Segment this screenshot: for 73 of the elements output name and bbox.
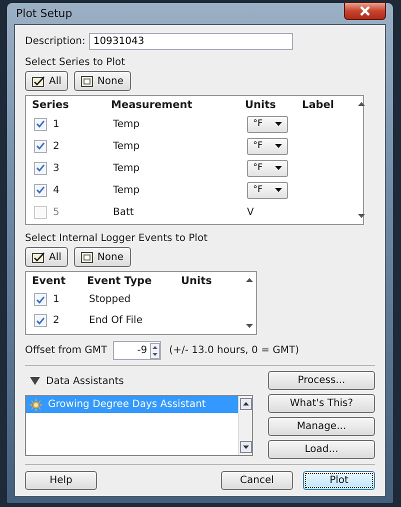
- units-dropdown[interactable]: °F: [247, 116, 288, 132]
- series-number: 2: [53, 140, 60, 152]
- assistant-button[interactable]: Manage...: [268, 417, 375, 436]
- description-field[interactable]: 10931043: [89, 33, 294, 50]
- caret-icon: [275, 144, 282, 148]
- event-type-cell-text: Stopped: [89, 294, 132, 305]
- column-header: Event Type: [87, 274, 153, 286]
- assistant-button[interactable]: Process...: [268, 371, 375, 390]
- sun-icon: [28, 398, 44, 412]
- offset-hint: (+/- 13.0 hours, 0 = GMT): [169, 345, 300, 356]
- series-number: 4: [53, 184, 60, 196]
- window-title: Plot Setup: [15, 7, 72, 20]
- series-number: 5: [53, 206, 60, 218]
- caret-icon: [275, 166, 282, 170]
- column-header: Event: [32, 274, 67, 286]
- offset-label: Offset from GMT: [25, 345, 108, 356]
- select-button[interactable]: None: [74, 71, 130, 91]
- column-header: Measurement: [111, 98, 194, 110]
- scroll-up-icon: [358, 102, 365, 106]
- series-number: 1: [53, 118, 60, 130]
- checkbox[interactable]: [34, 293, 47, 306]
- event-number: 1: [53, 294, 60, 305]
- select-button[interactable]: All: [25, 247, 68, 267]
- section-label: Select Internal Logger Events to Plot: [25, 233, 208, 244]
- checkbox[interactable]: [34, 140, 47, 152]
- measurement-cell-text: Temp: [113, 184, 141, 196]
- measurement-cell-text: Temp: [113, 118, 141, 130]
- event-number: 2: [53, 315, 60, 326]
- column-header: Label: [302, 98, 336, 110]
- series-number: 3: [53, 162, 60, 174]
- scroll-down-icon: [246, 324, 252, 328]
- dialog-button[interactable]: Plot: [303, 471, 375, 490]
- dialog-button[interactable]: Help: [25, 471, 97, 490]
- scroll-down-icon: [358, 214, 365, 218]
- description-label: Description:: [25, 36, 86, 47]
- close-button[interactable]: [344, 2, 386, 20]
- checkbox[interactable]: [34, 314, 47, 327]
- units-dropdown[interactable]: °F: [247, 182, 288, 198]
- spinner-arrows-icon: [150, 342, 160, 358]
- checkbox[interactable]: [34, 184, 47, 196]
- column-header: Units: [245, 98, 277, 110]
- units-cell: V: [247, 206, 254, 218]
- dialog-button[interactable]: Cancel: [221, 471, 293, 490]
- scrollbar[interactable]: [238, 396, 252, 455]
- measurement-cell-text: Temp: [113, 140, 141, 152]
- caret-icon: [275, 188, 282, 192]
- close-icon: [358, 6, 372, 16]
- column-header: Series: [32, 98, 70, 110]
- column-header: Units: [181, 274, 213, 286]
- scroll-up-icon: [246, 278, 252, 282]
- checkbox[interactable]: [34, 118, 47, 130]
- checkbox[interactable]: [34, 162, 47, 174]
- measurement-cell-text: Batt: [113, 206, 135, 218]
- empty-box-icon: [81, 252, 94, 262]
- assistant-button[interactable]: What's This?: [268, 394, 375, 413]
- offset-spinner[interactable]: -9: [113, 341, 162, 360]
- caret-icon: [275, 122, 282, 126]
- scroll-down-icon: [240, 441, 252, 453]
- select-button[interactable]: None: [74, 247, 130, 267]
- section-label: Select Series to Plot: [25, 57, 126, 68]
- expand-triangle-icon[interactable]: [30, 377, 40, 385]
- checkbox[interactable]: [34, 206, 47, 218]
- empty-box-icon: [81, 76, 94, 86]
- units-dropdown[interactable]: °F: [247, 138, 288, 154]
- scroll-up-icon: [240, 398, 252, 410]
- select-button[interactable]: All: [25, 71, 68, 91]
- units-dropdown[interactable]: °F: [247, 160, 288, 176]
- measurement-cell-text: Temp: [113, 162, 141, 174]
- section-label: Data Assistants: [46, 376, 124, 386]
- checked-box-icon: [32, 76, 45, 86]
- event-type-cell-text: End Of File: [89, 315, 144, 326]
- assistant-button[interactable]: Load...: [268, 440, 375, 459]
- checked-box-icon: [32, 252, 45, 262]
